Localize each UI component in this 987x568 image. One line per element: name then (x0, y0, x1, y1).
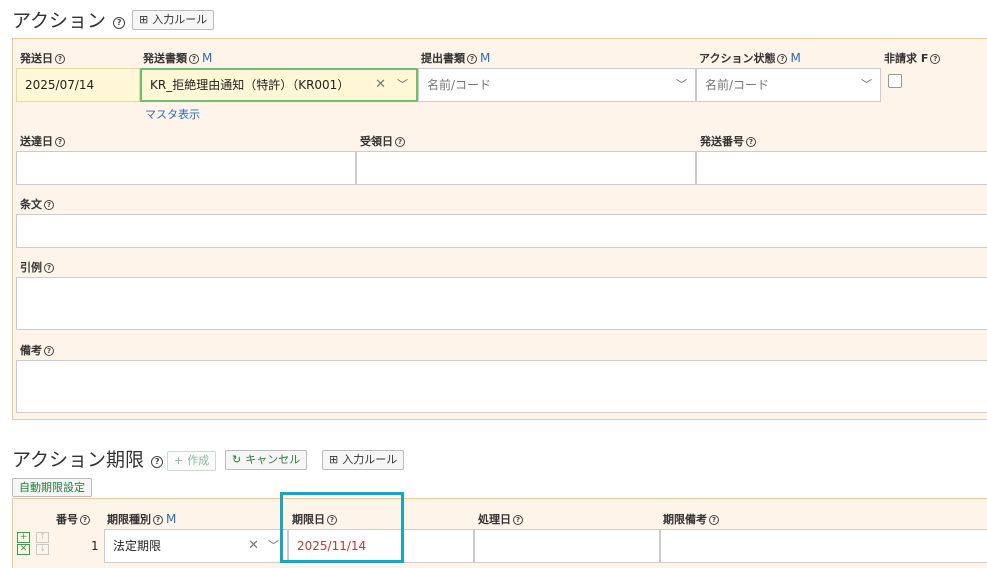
submit-doc-label: 提出書類? M (421, 51, 491, 65)
send-date-input[interactable]: 2025/07/14 (16, 68, 140, 102)
chevron-down-icon[interactable]: ﹀ (397, 70, 408, 100)
help-icon[interactable]: ? (513, 515, 523, 525)
help-icon[interactable]: ? (153, 515, 163, 525)
master-marker: M (790, 51, 801, 65)
received-date-input[interactable] (356, 151, 696, 185)
send-date-label: 発送日? (20, 50, 65, 66)
help-icon[interactable]: ? (44, 263, 54, 273)
citation-label: 引例? (20, 259, 54, 275)
col-number: 番号? (56, 511, 90, 527)
master-marker: M (202, 51, 213, 65)
master-view-link[interactable]: マスタ表示 (145, 106, 200, 122)
submit-doc-select[interactable]: 名前/コード ﹀ (418, 68, 696, 102)
remarks-textarea[interactable] (16, 360, 987, 413)
add-row-icon[interactable]: + (17, 532, 30, 543)
cancel-button[interactable]: ↻ キャンセル (225, 450, 308, 470)
help-icon[interactable]: ? (80, 515, 90, 525)
help-icon[interactable]: ? (746, 137, 756, 147)
chevron-down-icon[interactable]: ﹀ (268, 530, 279, 562)
delivery-date-label: 送達日? (20, 133, 65, 149)
help-icon[interactable]: ? (55, 137, 65, 147)
processed-date-input[interactable] (474, 529, 660, 563)
help-icon[interactable]: ? (44, 346, 54, 356)
table-icon: ⊞ (139, 13, 149, 26)
col-processed-date: 処理日? (478, 511, 523, 527)
send-doc-label: 発送書類? M (143, 51, 213, 65)
due-date-highlight (280, 492, 404, 563)
article-label: 条文? (20, 196, 54, 212)
help-icon[interactable]: ? (777, 54, 788, 64)
create-button[interactable]: + 作成 (167, 451, 217, 471)
deadline-type-select[interactable]: 法定期限 ✕ ﹀ (104, 529, 288, 563)
citation-textarea[interactable] (16, 277, 987, 330)
col-remarks: 期限備考? (663, 511, 719, 527)
send-number-input[interactable] (696, 151, 987, 185)
master-marker: M (166, 512, 177, 526)
help-icon[interactable]: ? (467, 54, 477, 64)
help-icon[interactable]: ? (709, 515, 719, 525)
send-number-label: 発送番号? (700, 133, 756, 149)
table-icon: ⊞ (329, 453, 339, 466)
help-icon[interactable]: ? (395, 137, 405, 147)
article-input[interactable] (16, 214, 987, 248)
non-billing-label: 非請求 F? (884, 50, 941, 66)
clear-icon[interactable]: ✕ (375, 70, 386, 100)
help-icon[interactable]: ? (930, 54, 941, 64)
deadline-remarks-input[interactable] (660, 529, 987, 563)
deadline-title: アクション期限 (12, 449, 145, 471)
help-icon[interactable]: ? (55, 54, 65, 64)
col-type: 期限種別? M (107, 512, 177, 526)
help-icon[interactable]: ? (151, 455, 164, 468)
action-header: アクション ? (12, 6, 126, 33)
remarks-label: 備考? (20, 342, 54, 358)
move-up-icon[interactable]: ↑ (36, 532, 49, 543)
refresh-icon: ↻ (232, 453, 242, 466)
row-number: 1 (91, 539, 99, 553)
action-title: アクション (12, 10, 107, 32)
send-doc-select[interactable]: KR_拒絶理由通知（特許）（KR001） ✕ ﹀ (140, 68, 418, 102)
clear-icon[interactable]: ✕ (248, 530, 259, 562)
help-icon[interactable]: ? (44, 200, 54, 210)
master-marker: M (480, 51, 491, 65)
received-date-label: 受領日? (360, 133, 405, 149)
auto-deadline-button[interactable]: 自動期限設定 (12, 478, 92, 497)
help-icon[interactable]: ? (189, 54, 199, 64)
delete-row-icon[interactable]: ✕ (17, 544, 30, 555)
delivery-date-input[interactable] (16, 151, 356, 185)
plus-icon: + (174, 454, 184, 467)
move-down-icon[interactable]: ↓ (36, 544, 49, 555)
deadline-header: アクション期限 ? (12, 445, 164, 472)
action-status-label: アクション状態? M (699, 51, 801, 65)
help-icon[interactable]: ? (113, 16, 126, 29)
chevron-down-icon[interactable]: ﹀ (861, 69, 872, 101)
non-billing-checkbox[interactable] (888, 74, 902, 88)
action-status-select[interactable]: 名前/コード ﹀ (696, 68, 881, 102)
deadline-input-rule-button[interactable]: ⊞ 入力ルール (322, 450, 405, 470)
chevron-down-icon[interactable]: ﹀ (676, 69, 687, 101)
action-input-rule-button[interactable]: ⊞ 入力ルール (132, 10, 215, 30)
